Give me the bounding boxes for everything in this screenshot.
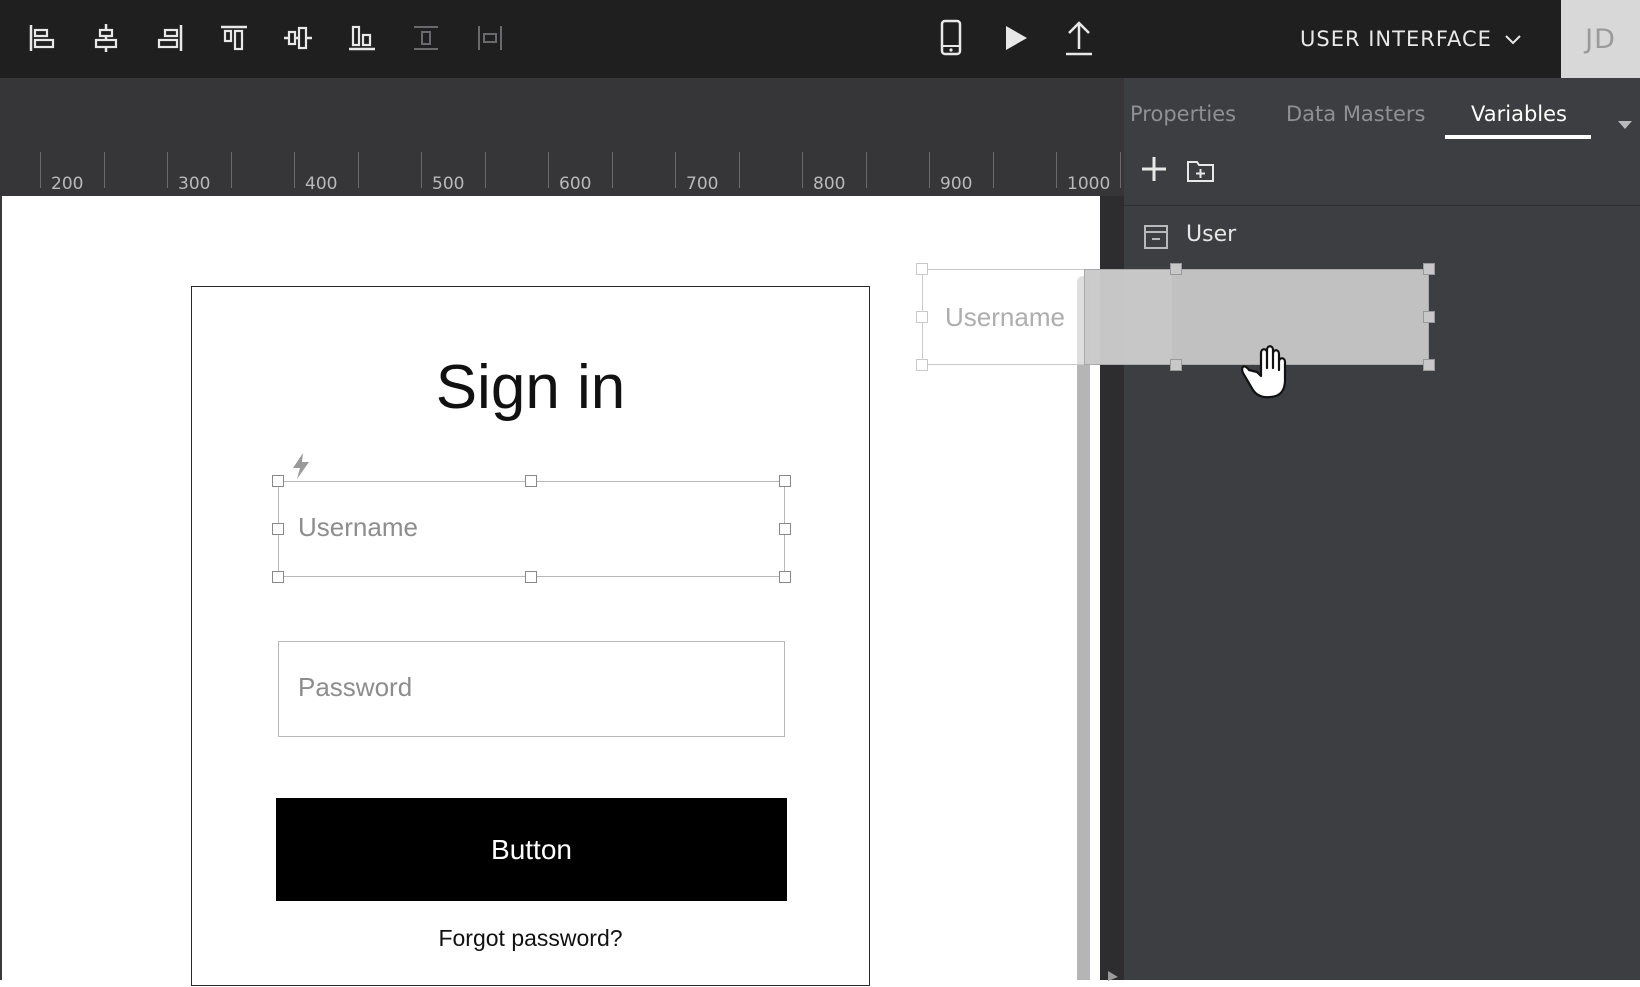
canvas-scrollbar[interactable]	[1077, 276, 1090, 980]
ruler-tick	[40, 152, 41, 188]
resize-handle[interactable]	[525, 571, 537, 583]
active-tab-indicator	[1445, 135, 1591, 139]
ghost-handle	[916, 311, 928, 323]
resize-handle[interactable]	[779, 523, 791, 535]
ruler-minor-tick	[1120, 152, 1121, 188]
distribute-vertical-icon[interactable]	[406, 18, 446, 58]
ruler-label: 900	[940, 174, 973, 194]
data-master-icon	[1143, 224, 1169, 254]
top-toolbar: USER INTERFACE JD	[0, 0, 1640, 78]
upload-icon[interactable]	[1059, 18, 1099, 58]
phone-icon[interactable]	[931, 18, 971, 58]
ruler-tick	[929, 152, 930, 188]
ruler-label: 500	[432, 174, 465, 194]
ruler-minor-tick	[739, 152, 740, 188]
ruler-label: 300	[178, 174, 211, 194]
ruler-tick	[675, 152, 676, 188]
variable-item-label: User	[1186, 222, 1237, 247]
caret-down-icon[interactable]	[1617, 116, 1633, 135]
ghost-handle	[1170, 263, 1182, 275]
align-left-icon[interactable]	[22, 18, 62, 58]
ruler-tick	[1056, 152, 1057, 188]
ruler-tick	[167, 152, 168, 188]
resize-handle[interactable]	[272, 571, 284, 583]
tab-variables[interactable]: Variables	[1471, 102, 1567, 126]
forgot-password-link[interactable]: Forgot password?	[191, 925, 870, 952]
tab-data-masters[interactable]: Data Masters	[1286, 102, 1425, 126]
ruler-minor-tick	[358, 152, 359, 188]
ghost-handle	[1423, 263, 1435, 275]
folder-plus-icon[interactable]	[1186, 158, 1216, 188]
distribute-horizontal-icon[interactable]	[470, 18, 510, 58]
tab-properties[interactable]: Properties	[1130, 102, 1236, 126]
ruler-minor-tick	[104, 152, 105, 188]
ghost-handle	[1170, 359, 1182, 371]
password-placeholder: Password	[298, 672, 413, 702]
ruler-tick	[548, 152, 549, 188]
sign-in-button[interactable]: Button	[276, 798, 787, 901]
resize-handle[interactable]	[272, 523, 284, 535]
ruler-minor-tick	[612, 152, 613, 188]
play-icon[interactable]	[995, 18, 1035, 58]
align-right-icon[interactable]	[150, 18, 190, 58]
ghost-handle	[1423, 359, 1435, 371]
ghost-handle	[1423, 311, 1435, 323]
ghost-handle	[916, 263, 928, 275]
ruler-tick	[294, 152, 295, 188]
ruler-label: 200	[51, 174, 84, 194]
ruler-label: 1000	[1067, 174, 1111, 194]
mode-select-label: USER INTERFACE	[1300, 27, 1492, 51]
right-panel	[1124, 78, 1640, 980]
ruler-tick	[802, 152, 803, 188]
ruler-label: 600	[559, 174, 592, 194]
ruler-minor-tick	[866, 152, 867, 188]
screen-title[interactable]: Sign in	[191, 352, 870, 423]
ruler-label: 700	[686, 174, 719, 194]
ruler-minor-tick	[993, 152, 994, 188]
panel-tabs: Properties Data Masters Variables	[1124, 78, 1640, 140]
resize-corner-icon[interactable]	[1106, 968, 1120, 987]
drag-ghost-label: Username	[945, 302, 1065, 332]
ruler-tick	[421, 152, 422, 188]
lightning-icon[interactable]	[290, 452, 312, 484]
plus-icon[interactable]	[1140, 155, 1168, 187]
ruler-minor-tick	[485, 152, 486, 188]
user-avatar[interactable]: JD	[1561, 0, 1640, 78]
chevron-down-icon	[1504, 27, 1522, 51]
ruler-label: 400	[305, 174, 338, 194]
mode-select[interactable]: USER INTERFACE	[1300, 0, 1522, 78]
align-center-horizontal-icon[interactable]	[86, 18, 126, 58]
hand-grab-icon	[1235, 340, 1291, 404]
horizontal-ruler: 200 300 400 500 600 700 800 900 1000	[0, 78, 1124, 196]
resize-handle[interactable]	[525, 475, 537, 487]
username-placeholder: Username	[298, 512, 418, 542]
resize-handle[interactable]	[272, 475, 284, 487]
ruler-minor-tick	[231, 152, 232, 188]
ruler-label: 800	[813, 174, 846, 194]
align-top-icon[interactable]	[214, 18, 254, 58]
align-middle-vertical-icon[interactable]	[278, 18, 318, 58]
resize-handle[interactable]	[779, 475, 791, 487]
align-bottom-icon[interactable]	[342, 18, 382, 58]
ghost-handle	[916, 359, 928, 371]
resize-handle[interactable]	[779, 571, 791, 583]
